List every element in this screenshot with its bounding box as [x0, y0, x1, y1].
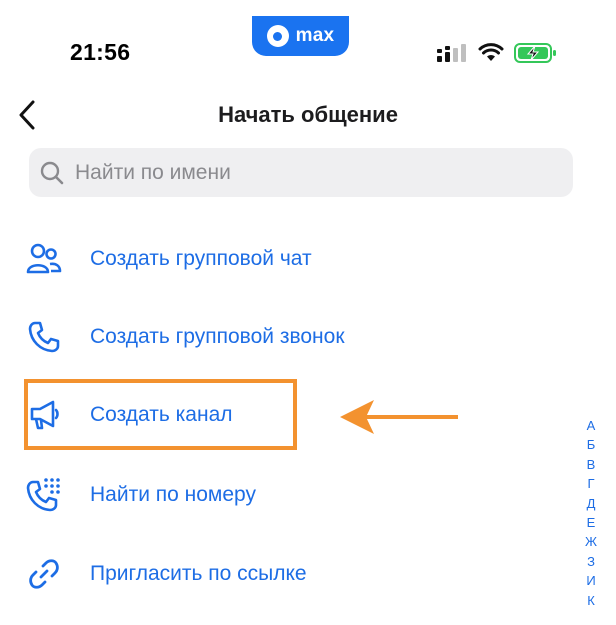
- battery-charging-icon: [514, 43, 556, 63]
- status-icons: [436, 42, 558, 64]
- status-bar: 21:56 max: [0, 0, 616, 80]
- link-icon: [22, 552, 66, 596]
- alphabet-letter[interactable]: Г: [587, 474, 594, 493]
- phone-keypad-icon: [22, 473, 66, 517]
- navigation-bar: Начать общение: [0, 90, 616, 140]
- menu-item-label: Создать групповой чат: [90, 247, 312, 270]
- highlight-box: [24, 379, 297, 450]
- search-bar[interactable]: [29, 148, 573, 197]
- status-time: 21:56: [70, 39, 131, 65]
- max-logo-icon: [266, 25, 289, 47]
- menu-item-label: Создать групповой звонок: [90, 325, 345, 348]
- find-by-number-button[interactable]: Найти по номеру: [22, 467, 542, 523]
- menu-item-label: Найти по номеру: [90, 483, 256, 506]
- app-name: max: [295, 25, 335, 46]
- alphabet-letter[interactable]: Д: [587, 494, 596, 513]
- app-indicator-pill[interactable]: max: [252, 16, 349, 56]
- create-group-call-button[interactable]: Создать групповой звонок: [22, 309, 542, 365]
- alphabet-letter[interactable]: А: [587, 416, 596, 435]
- create-group-chat-button[interactable]: Создать групповой чат: [22, 231, 542, 287]
- alphabet-letter[interactable]: И: [586, 571, 595, 590]
- wifi-icon: [478, 43, 504, 61]
- alphabet-letter[interactable]: В: [587, 455, 596, 474]
- invite-by-link-button[interactable]: Пригласить по ссылке: [22, 546, 542, 602]
- alphabet-index[interactable]: А Б В Г Д Е Ж З И К: [580, 416, 602, 610]
- alphabet-letter[interactable]: Е: [587, 513, 596, 532]
- people-group-icon: [22, 237, 66, 281]
- menu-item-label: Пригласить по ссылке: [90, 562, 307, 585]
- search-icon: [40, 161, 64, 184]
- search-input[interactable]: [73, 159, 557, 186]
- alphabet-letter[interactable]: К: [587, 591, 595, 610]
- arrow-left-icon: [340, 400, 458, 434]
- alphabet-letter[interactable]: Б: [587, 435, 596, 454]
- alphabet-letter[interactable]: З: [587, 552, 595, 571]
- phone-icon: [22, 315, 66, 359]
- alphabet-letter[interactable]: Ж: [585, 532, 597, 551]
- page-title: Начать общение: [218, 102, 398, 127]
- signal-icon: [437, 44, 466, 62]
